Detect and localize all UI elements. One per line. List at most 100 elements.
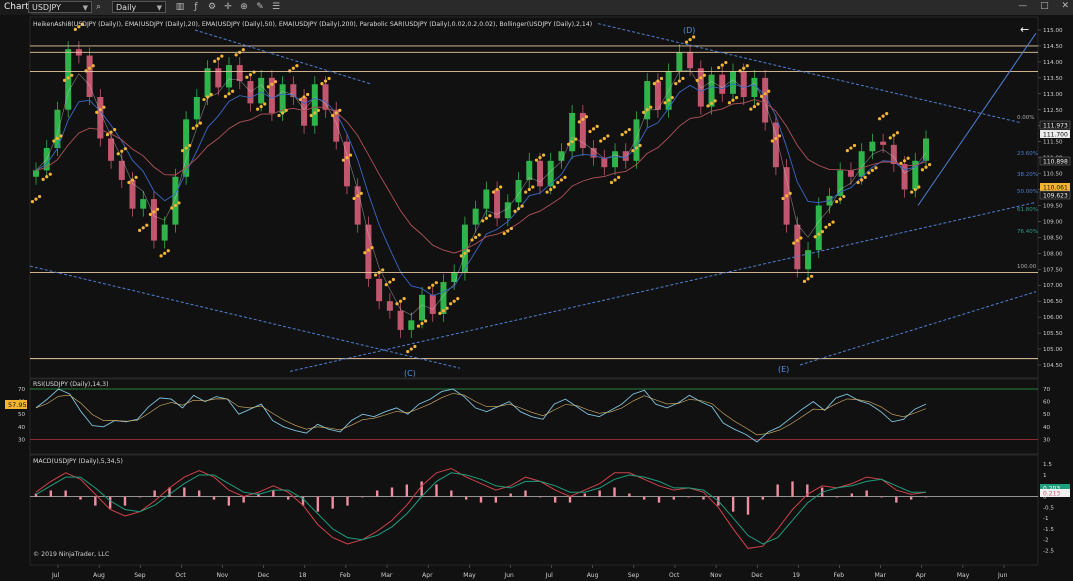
macd-histogram-bar — [435, 484, 438, 497]
sar-dot — [270, 82, 274, 86]
sar-dot — [713, 99, 717, 103]
chart-canvas[interactable]: 104.50 105.00 105.50 106.00 106.50 107.00 107.… — [0, 0, 1073, 581]
sar-dot — [223, 94, 228, 98]
candle-body — [451, 272, 458, 283]
sar-dot — [645, 108, 649, 112]
price-axis-tick-label: 115.00 — [1043, 28, 1063, 34]
sar-dot — [134, 175, 138, 179]
sar-dot — [924, 165, 928, 169]
macd-header: MACD(USDJPY (Daily),5,34,5) — [33, 458, 123, 465]
macd-histogram-bar — [64, 490, 67, 497]
rsi-axis-tick-label-left: 30 — [18, 437, 26, 443]
sar-dot — [327, 76, 331, 81]
sar-dot — [177, 201, 181, 205]
macd-panel[interactable]: -2.5-2-1.5-1-0.500.511.5 — [29, 454, 1054, 566]
macd-histogram-bar — [197, 490, 201, 497]
price-axis-tick-label: 109.00 — [1043, 219, 1063, 225]
x-axis-tick-label: Mar — [381, 572, 393, 579]
sar-dot — [799, 236, 803, 240]
candle-body — [354, 186, 361, 225]
sar-dot — [863, 175, 867, 179]
sar-dot — [524, 190, 528, 194]
macd-histogram-bar — [731, 496, 735, 512]
candle-body — [633, 119, 640, 161]
sar-dot — [852, 143, 857, 148]
sar-dot — [105, 133, 110, 137]
price-panel[interactable]: 104.50 105.00 105.50 106.00 106.50 107.00 107.… — [29, 16, 1063, 379]
rsi-panel[interactable]: 30304040505060607070 — [18, 378, 1051, 455]
sar-dot — [348, 153, 353, 157]
macd-histogram-bar — [791, 481, 794, 497]
macd-histogram-bar — [687, 496, 690, 498]
sar-dot — [145, 223, 149, 227]
candle-body — [719, 74, 726, 94]
price-axis-tick-label: 112.50 — [1043, 108, 1063, 114]
sar-dot — [398, 299, 403, 303]
sar-dot — [213, 59, 217, 63]
rsi-value-text: 57.95 — [8, 401, 27, 409]
sar-dot — [502, 231, 506, 236]
sar-dot — [98, 108, 102, 112]
sar-dot — [416, 324, 421, 328]
macd-histogram-bar — [613, 487, 616, 497]
sar-dot — [849, 146, 853, 150]
sar-dot — [120, 149, 124, 153]
price-badge-2-text: 111.700 — [1043, 132, 1068, 139]
sar-dot — [298, 97, 303, 102]
price-axis-tick-label: 104.50 — [1043, 363, 1063, 369]
macd-histogram-bar — [553, 496, 557, 503]
x-axis-tick-label: Oct — [669, 572, 680, 579]
sar-dot — [720, 63, 724, 67]
sar-dot — [792, 241, 796, 245]
macd-histogram-bar — [242, 496, 245, 503]
sar-dot — [817, 232, 821, 236]
sar-dot — [770, 139, 774, 143]
sar-dot — [309, 113, 313, 118]
sar-dot — [835, 200, 839, 204]
candle-body — [729, 71, 736, 94]
sar-dot — [906, 156, 910, 160]
sar-dot — [745, 64, 749, 68]
macd-histogram-bar — [598, 490, 601, 497]
sar-dot — [438, 311, 442, 315]
sar-dot — [734, 96, 739, 100]
macd-badge-2: 0.213 — [1040, 489, 1070, 498]
sar-dot — [624, 130, 628, 134]
sar-dot — [359, 191, 363, 195]
candle-body — [419, 294, 426, 321]
macd-axis-tick-label: -1.5 — [1043, 527, 1054, 533]
sar-dot — [55, 136, 60, 141]
rsi-axis-tick-label-left: 40 — [18, 425, 26, 431]
sar-dot — [245, 75, 249, 79]
sar-dot — [170, 206, 174, 210]
macd-histogram-bar — [657, 496, 661, 503]
price-badge-3: 110.898 — [1039, 156, 1071, 166]
sar-dot — [334, 111, 338, 115]
sar-dot — [41, 177, 45, 181]
sar-dot — [138, 228, 142, 232]
back-arrow-icon[interactable]: ← — [1020, 23, 1029, 36]
sar-dot — [820, 230, 824, 234]
sar-dot — [284, 108, 288, 112]
sar-dot — [877, 117, 882, 121]
sar-dot — [59, 134, 63, 138]
sar-dot — [456, 297, 460, 301]
sar-dot — [452, 299, 456, 303]
candle-body — [880, 141, 887, 145]
sar-dot — [184, 146, 188, 150]
macd-histogram-bar — [79, 496, 82, 500]
sar-dot — [831, 220, 835, 224]
candle-body — [408, 320, 415, 330]
sar-dot — [331, 113, 335, 118]
x-axis-tick-label: Feb — [340, 572, 351, 579]
sar-dot — [488, 214, 492, 218]
sar-dot — [842, 194, 846, 199]
candle-body — [536, 160, 543, 187]
candle-body — [397, 310, 404, 330]
macd-histogram-bar — [153, 490, 156, 497]
macd-histogram-bar — [272, 490, 275, 497]
rsi-header: RSI(USDJPY (Daily),14,3) — [33, 381, 109, 388]
sar-dot — [423, 319, 428, 323]
fib-label-50: 50.00% — [1017, 189, 1038, 195]
x-axis-tick-label: May — [957, 572, 970, 579]
